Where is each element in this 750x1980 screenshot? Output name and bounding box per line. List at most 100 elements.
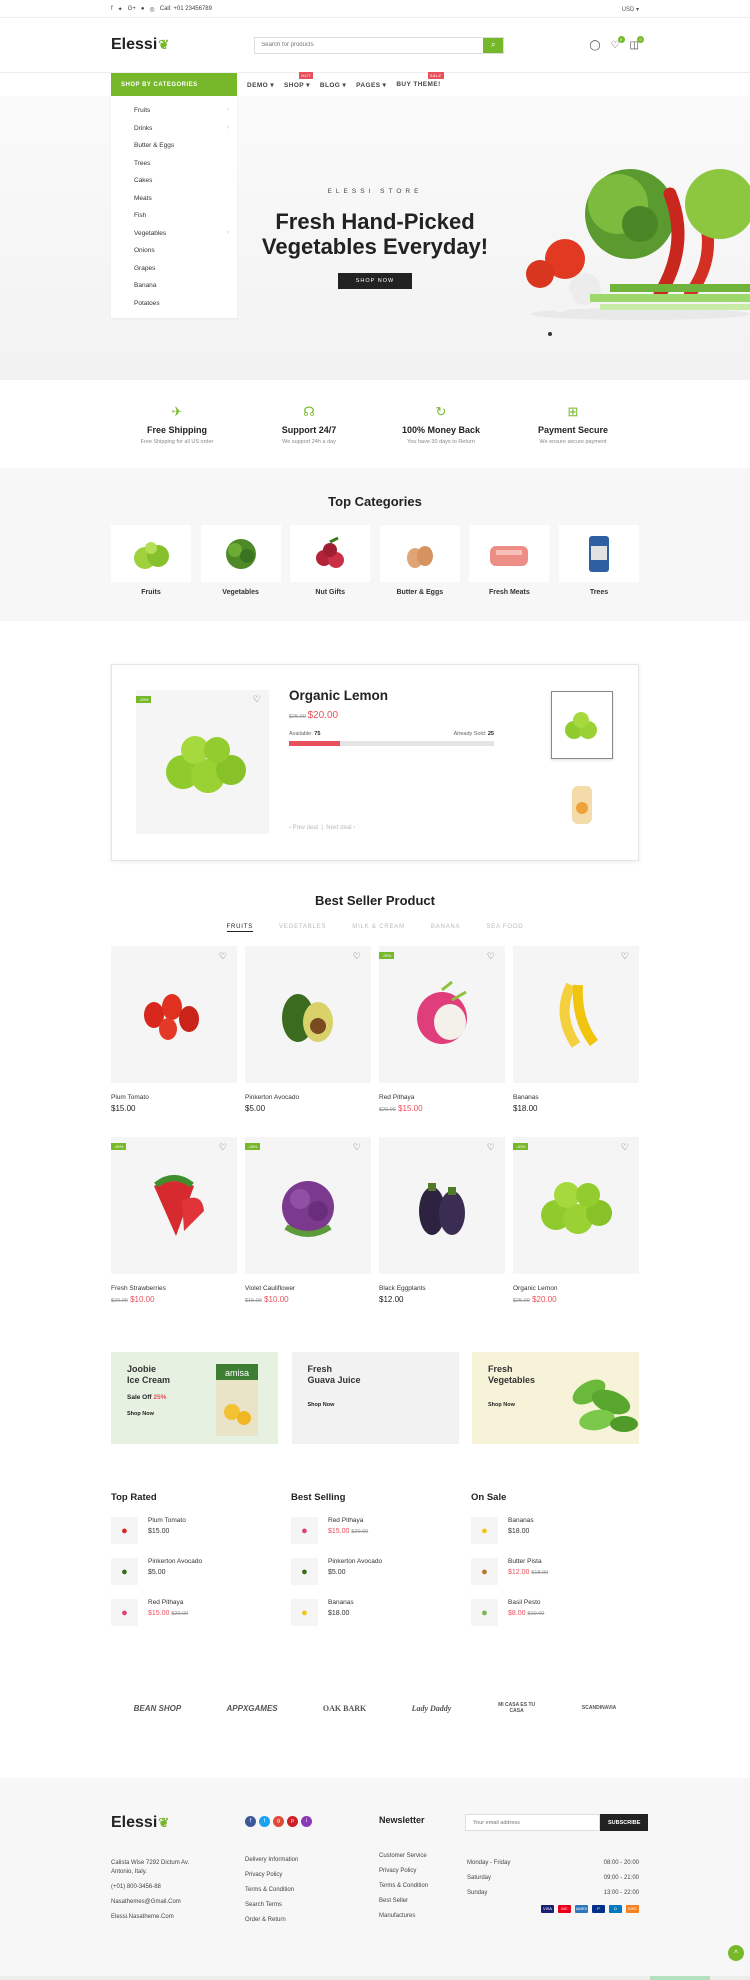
product-image[interactable]: -25% ♡: [379, 946, 505, 1083]
menu-item-demo[interactable]: DEMO ▾: [247, 81, 274, 89]
brand-logo[interactable]: SCANDINAVIA: [582, 1705, 616, 1711]
list-item[interactable]: ● Pinkerton Avocado $5.00: [291, 1558, 459, 1599]
footer-link[interactable]: Customer Service: [379, 1853, 428, 1859]
cart-icon[interactable]: ◫ 0: [630, 35, 644, 51]
category-card[interactable]: Fruits: [111, 525, 191, 596]
category-item[interactable]: Grapes: [111, 260, 237, 278]
heart-icon[interactable]: ♡: [219, 951, 227, 962]
category-item[interactable]: Butter & Eggs: [111, 137, 237, 155]
twitter-icon[interactable]: ✦: [118, 6, 123, 13]
heart-icon[interactable]: ♡: [621, 1142, 629, 1153]
product-name[interactable]: Violet Cauliflower: [245, 1285, 371, 1292]
menu-item-blog[interactable]: BLOG ▾: [320, 81, 346, 89]
menu-item-pages[interactable]: PAGES ▾: [356, 81, 386, 89]
deal-thumbnail[interactable]: [551, 771, 613, 839]
list-item-name[interactable]: Basil Pesto: [508, 1599, 544, 1606]
list-item[interactable]: ● Red Pithaya $15.00 $20.00: [111, 1599, 279, 1640]
footer-logo[interactable]: Elessi ❦: [111, 1814, 189, 1832]
product-name[interactable]: Red Pithaya: [379, 1094, 505, 1101]
wishlist-icon[interactable]: ♡ 0: [611, 35, 625, 51]
prev-deal-button[interactable]: ‹ Prev deal: [289, 825, 318, 831]
heart-icon[interactable]: ♡: [353, 1142, 361, 1153]
category-item[interactable]: Potatoes: [111, 295, 237, 313]
product-name[interactable]: Pinkerton Avocado: [245, 1094, 371, 1101]
currency-selector[interactable]: USD ▾: [622, 6, 639, 13]
deal-product-name[interactable]: Organic Lemon: [289, 688, 494, 703]
next-deal-button[interactable]: Next deal ›: [326, 825, 355, 831]
list-item-name[interactable]: Bananas: [508, 1517, 534, 1524]
deal-product-image[interactable]: -20% ♡: [136, 690, 269, 834]
deal-thumbnail[interactable]: [551, 691, 613, 759]
hero-shop-now-button[interactable]: SHOP NOW: [337, 273, 413, 289]
promo-banner[interactable]: Fresh Vegetables Shop Now: [472, 1352, 639, 1444]
category-item[interactable]: Trees: [111, 155, 237, 173]
instagram-icon[interactable]: i: [301, 1816, 312, 1827]
product-card[interactable]: ♡ Plum Tomato $15.00: [111, 946, 237, 1137]
facebook-icon[interactable]: f: [111, 6, 113, 12]
product-image[interactable]: ♡: [379, 1137, 505, 1274]
product-name[interactable]: Fresh Strawberries: [111, 1285, 237, 1292]
brand-logo[interactable]: BEAN SHOP: [134, 1704, 182, 1713]
banner-shop-now[interactable]: Shop Now: [308, 1402, 443, 1408]
footer-link[interactable]: Terms & Condition: [379, 1883, 428, 1889]
brand-logo[interactable]: MI CASA ES TU CASA: [497, 1702, 537, 1714]
footer-link[interactable]: Search Terms: [245, 1902, 312, 1908]
list-item-name[interactable]: Red Pithaya: [148, 1599, 188, 1606]
search-input[interactable]: [255, 37, 484, 53]
category-card[interactable]: Nut Gifts: [290, 525, 371, 596]
tab-fruits[interactable]: FRUITS: [226, 924, 254, 932]
category-item[interactable]: Fish: [111, 207, 237, 225]
facebook-icon[interactable]: f: [245, 1816, 256, 1827]
heart-icon[interactable]: ♡: [487, 1142, 495, 1153]
product-card[interactable]: ♡ Bananas $18.00: [513, 946, 639, 1137]
footer-link[interactable]: Terms & Condition: [245, 1887, 312, 1893]
pinterest-icon[interactable]: p: [287, 1816, 298, 1827]
category-item[interactable]: Vegetables ›: [111, 225, 237, 243]
search-button[interactable]: ⌕: [483, 37, 504, 53]
list-item-name[interactable]: Red Pithaya: [328, 1517, 368, 1524]
category-card[interactable]: Vegetables: [200, 525, 281, 596]
promo-banner[interactable]: Joobie Ice Cream Sale Off 25% Shop Now am…: [111, 1352, 278, 1444]
category-card[interactable]: Trees: [558, 525, 639, 596]
subscribe-button[interactable]: SUBSCRIBE: [600, 1814, 649, 1831]
category-item[interactable]: Onions: [111, 242, 237, 260]
tab-banana[interactable]: BANANA: [431, 924, 460, 932]
list-item[interactable]: ● Basil Pesto $8.00 $10.00: [471, 1599, 639, 1640]
product-card[interactable]: ♡ Black Eggplants $12.00: [379, 1137, 505, 1328]
google-plus-icon[interactable]: g: [273, 1816, 284, 1827]
product-image[interactable]: ♡: [513, 946, 639, 1083]
menu-item-buy-theme[interactable]: BUY THEME! SALE: [396, 72, 444, 89]
list-item-name[interactable]: Butter Pista: [508, 1558, 548, 1565]
category-item[interactable]: Drinks ›: [111, 120, 237, 138]
heart-icon[interactable]: ♡: [253, 694, 261, 705]
menu-item-shop[interactable]: SHOP ▾ HOT: [284, 72, 313, 89]
brand-logo[interactable]: Lady Daddy: [412, 1704, 452, 1713]
category-card[interactable]: Butter & Eggs: [379, 525, 460, 596]
list-item-name[interactable]: Plum Tomato: [148, 1517, 186, 1524]
category-card[interactable]: Fresh Meats: [469, 525, 550, 596]
website[interactable]: Elessi.Nasatheme.Com: [111, 1914, 189, 1920]
back-to-top-button[interactable]: ˄: [728, 1945, 744, 1961]
list-item[interactable]: ● Butter Pista $12.00 $18.00: [471, 1558, 639, 1599]
tab-sea-food[interactable]: SEA FOOD: [486, 924, 523, 932]
footer-link[interactable]: Privacy Policy: [379, 1868, 428, 1874]
list-item[interactable]: ● Bananas $18.00: [291, 1599, 459, 1640]
brand-logo[interactable]: OAK BARK: [323, 1704, 366, 1713]
tab-milk-cream[interactable]: MILK & CREAM: [352, 924, 405, 932]
product-image[interactable]: -20% ♡: [513, 1137, 639, 1274]
brand-logo[interactable]: APPXGAMES: [227, 1704, 278, 1713]
heart-icon[interactable]: ♡: [219, 1142, 227, 1153]
list-item[interactable]: ● Red Pithaya $15.00 $20.00: [291, 1517, 459, 1558]
email[interactable]: Nasathemes@Gmail.Com: [111, 1899, 189, 1905]
instagram-icon[interactable]: ◎: [150, 6, 155, 13]
account-icon[interactable]: ◯: [589, 40, 600, 51]
product-name[interactable]: Black Eggplants: [379, 1285, 505, 1292]
twitter-icon[interactable]: t: [259, 1816, 270, 1827]
product-card[interactable]: -25% ♡ Red Pithaya $20.00 $15.00: [379, 946, 505, 1137]
newsletter-email-input[interactable]: [465, 1814, 600, 1831]
list-item[interactable]: ● Plum Tomato $15.00: [111, 1517, 279, 1558]
google-plus-icon[interactable]: G+: [128, 6, 136, 12]
product-card[interactable]: -33% ♡ Violet Cauliflower $15.00 $10.00: [245, 1137, 371, 1328]
product-card[interactable]: -20% ♡ Organic Lemon $25.00 $20.00: [513, 1137, 639, 1328]
list-item-name[interactable]: Pinkerton Avocado: [148, 1558, 202, 1565]
